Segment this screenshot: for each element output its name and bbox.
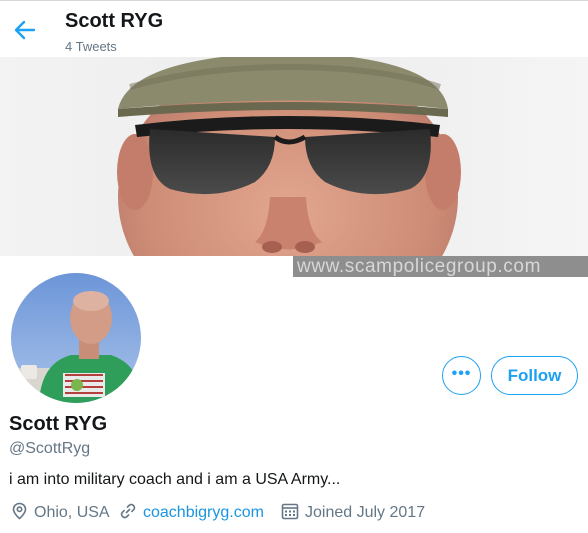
more-options-button[interactable]: •••	[442, 356, 481, 395]
profile-joined: Joined July 2017	[281, 503, 425, 523]
joined-text: Joined July 2017	[305, 504, 426, 521]
profile-name: Scott RYG	[9, 413, 108, 435]
header-name: Scott RYG	[65, 10, 164, 32]
location-pin-icon	[11, 502, 34, 525]
calendar-icon	[281, 502, 305, 525]
back-arrow-icon[interactable]	[12, 17, 38, 43]
website-link[interactable]: coachbigryg.com	[143, 504, 264, 522]
banner-image[interactable]	[0, 57, 588, 256]
link-icon	[119, 502, 143, 525]
profile-bio: i am into military coach and i am a USA …	[9, 471, 341, 488]
follow-button[interactable]: Follow	[491, 356, 578, 395]
avatar[interactable]	[8, 270, 144, 406]
watermark-text: www.scampolicegroup.com	[293, 256, 588, 277]
tweet-count: 4 Tweets	[65, 39, 117, 54]
profile-website: coachbigryg.com	[119, 503, 264, 523]
profile-handle: @ScottRyg	[9, 440, 91, 457]
profile-location: Ohio, USA	[11, 502, 110, 525]
profile-header: Scott RYG 4 Tweets	[0, 0, 588, 57]
location-text: Ohio, USA	[34, 504, 110, 521]
